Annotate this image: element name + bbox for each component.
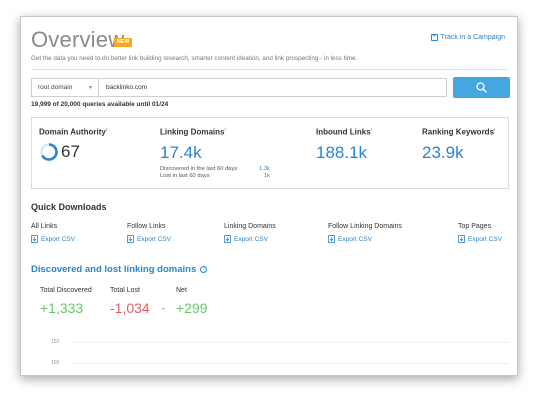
download-label: Top Pages — [458, 223, 492, 230]
stat-total-lost: Total Lost -1,034 — [110, 287, 150, 316]
metric-ranking-keywords: Ranking Keywordsi 23.9k — [422, 127, 495, 163]
net-value: +299 — [176, 300, 208, 316]
export-csv-button[interactable]: Export CSV — [328, 235, 402, 243]
export-csv-button[interactable]: Export CSV — [224, 235, 276, 243]
total-discovered-value: +1,333 — [40, 300, 84, 316]
search-icon — [476, 82, 487, 93]
net-label: Net — [176, 287, 187, 294]
y-tick-label: 100 — [51, 360, 60, 366]
overview-panel: Overview NEW + Track in a Campaign Get t… — [20, 16, 518, 376]
help-icon[interactable]: ? — [200, 266, 208, 273]
track-in-campaign-link[interactable]: + Track in a Campaign — [430, 34, 505, 41]
linking-domains-label: Linking Domains — [160, 127, 225, 137]
export-csv-label: Export CSV — [41, 235, 75, 243]
gridline — [71, 363, 509, 364]
scope-select[interactable]: root domain ▾ — [32, 79, 99, 96]
export-csv-label: Export CSV — [234, 235, 268, 243]
quick-downloads-title: Quick Downloads — [31, 202, 107, 212]
page-subtitle: Get the data you need to do better link … — [31, 55, 358, 62]
metric-domain-authority: Domain Authorityi 67 — [39, 127, 107, 162]
linking-domains-value[interactable]: 17.4k — [160, 143, 270, 163]
download-item: Follow Links Export CSV — [127, 223, 171, 243]
total-discovered-label: Total Discovered — [40, 287, 92, 294]
info-icon[interactable]: i — [494, 127, 495, 133]
download-item: Follow Linking Domains Export CSV — [328, 223, 402, 243]
export-csv-label: Export CSV — [468, 235, 502, 243]
discovered-value[interactable]: 1.3k — [259, 166, 270, 172]
export-csv-button[interactable]: Export CSV — [458, 235, 502, 243]
download-item: Top Pages Export CSV — [458, 223, 502, 243]
domain-authority-ring-icon — [40, 142, 58, 161]
search-input[interactable]: backlinko.com — [99, 84, 147, 91]
download-icon — [224, 235, 231, 243]
discovered-row: Discovered in the last 60 days 1.3k — [160, 166, 270, 172]
inbound-links-label: Inbound Links — [316, 127, 371, 137]
discovered-label: Discovered in the last 60 days — [160, 165, 238, 172]
domain-authority-value: 67 — [61, 141, 80, 161]
download-item: All Links Export CSV — [31, 223, 75, 243]
download-icon — [127, 235, 134, 243]
export-csv-label: Export CSV — [137, 235, 171, 243]
page-title: Overview — [31, 27, 125, 52]
linking-domains-chart: 150 100 — [31, 329, 509, 375]
lost-value[interactable]: 1k — [264, 173, 270, 179]
y-tick-label: 150 — [51, 339, 60, 345]
download-icon — [458, 235, 465, 243]
info-icon[interactable]: i — [371, 127, 372, 133]
inbound-links-value[interactable]: 188.1k — [316, 143, 372, 163]
metric-linking-domains: Linking Domainsi 17.4k Discovered in the… — [160, 127, 270, 179]
info-icon[interactable]: i — [106, 127, 107, 133]
download-label: All Links — [31, 223, 58, 230]
discovered-lost-title-text: Discovered and lost linking domains — [31, 264, 197, 275]
new-badge: NEW — [114, 38, 132, 47]
scope-select-value: root domain — [38, 84, 73, 91]
plus-icon: + — [430, 34, 438, 41]
export-csv-button[interactable]: Export CSV — [31, 235, 75, 243]
domain-authority-label: Domain Authority — [39, 127, 106, 137]
download-label: Follow Links — [127, 223, 166, 230]
ranking-keywords-label: Ranking Keywords — [422, 127, 495, 137]
download-icon — [31, 235, 38, 243]
gridline — [71, 342, 509, 343]
export-csv-label: Export CSV — [338, 235, 372, 243]
export-csv-button[interactable]: Export CSV — [127, 235, 171, 243]
total-lost-label: Total Lost — [110, 287, 140, 294]
lost-label: Lost in last 60 days — [160, 172, 210, 179]
stat-separator: - — [162, 304, 165, 313]
queries-available: 19,999 of 20,000 queries available until… — [31, 101, 169, 108]
discovered-lost-title: Discovered and lost linking domains ? — [31, 264, 208, 275]
total-lost-value: -1,034 — [110, 300, 150, 316]
download-item: Linking Domains Export CSV — [224, 223, 276, 243]
search-button[interactable] — [453, 77, 510, 98]
download-icon — [328, 235, 335, 243]
stat-net: Net +299 — [176, 287, 208, 316]
metric-inbound-links: Inbound Linksi 188.1k — [316, 127, 372, 163]
divider — [31, 69, 507, 70]
ranking-keywords-value[interactable]: 23.9k — [422, 143, 495, 163]
chevron-down-icon: ▾ — [88, 85, 92, 91]
info-icon[interactable]: i — [224, 127, 225, 133]
download-label: Follow Linking Domains — [328, 223, 402, 230]
search-bar: root domain ▾ backlinko.com — [31, 78, 447, 97]
metrics-card: Domain Authorityi 67 Linking Domainsi 17… — [31, 117, 509, 189]
download-label: Linking Domains — [224, 223, 276, 230]
stat-total-discovered: Total Discovered +1,333 — [40, 287, 92, 316]
track-in-campaign-label: Track in a Campaign — [440, 34, 505, 41]
lost-row: Lost in last 60 days 1k — [160, 173, 270, 179]
